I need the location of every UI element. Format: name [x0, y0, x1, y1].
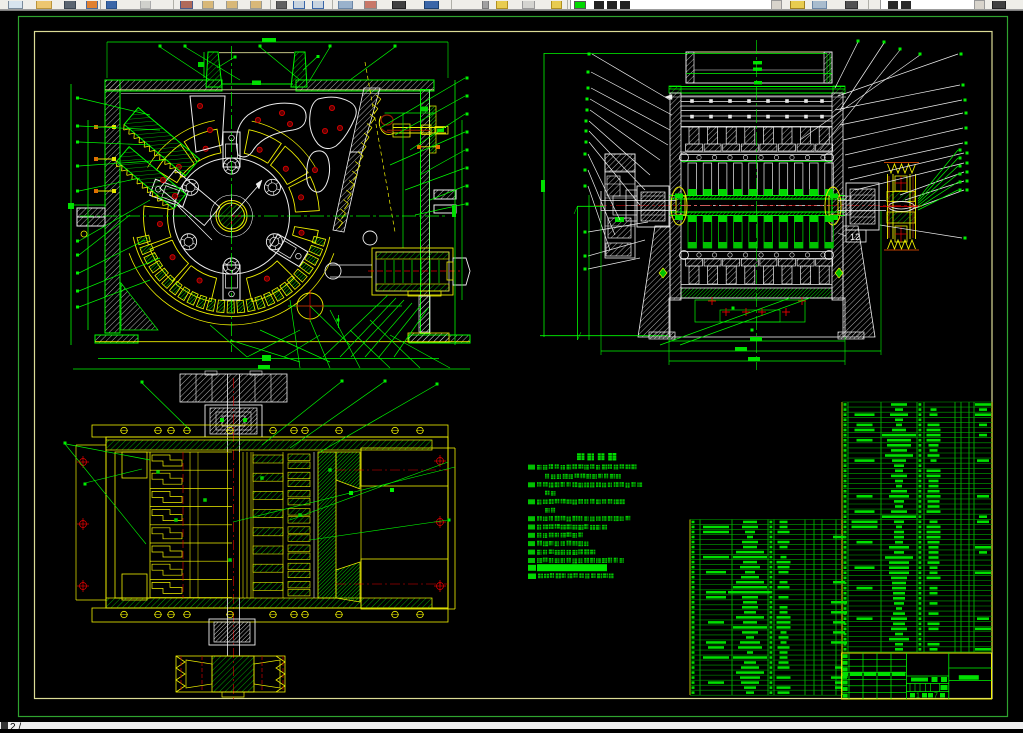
svg-text:1: 1: [916, 693, 920, 700]
svg-text:12: 12: [850, 232, 860, 242]
svg-text:7: 7: [934, 693, 938, 700]
